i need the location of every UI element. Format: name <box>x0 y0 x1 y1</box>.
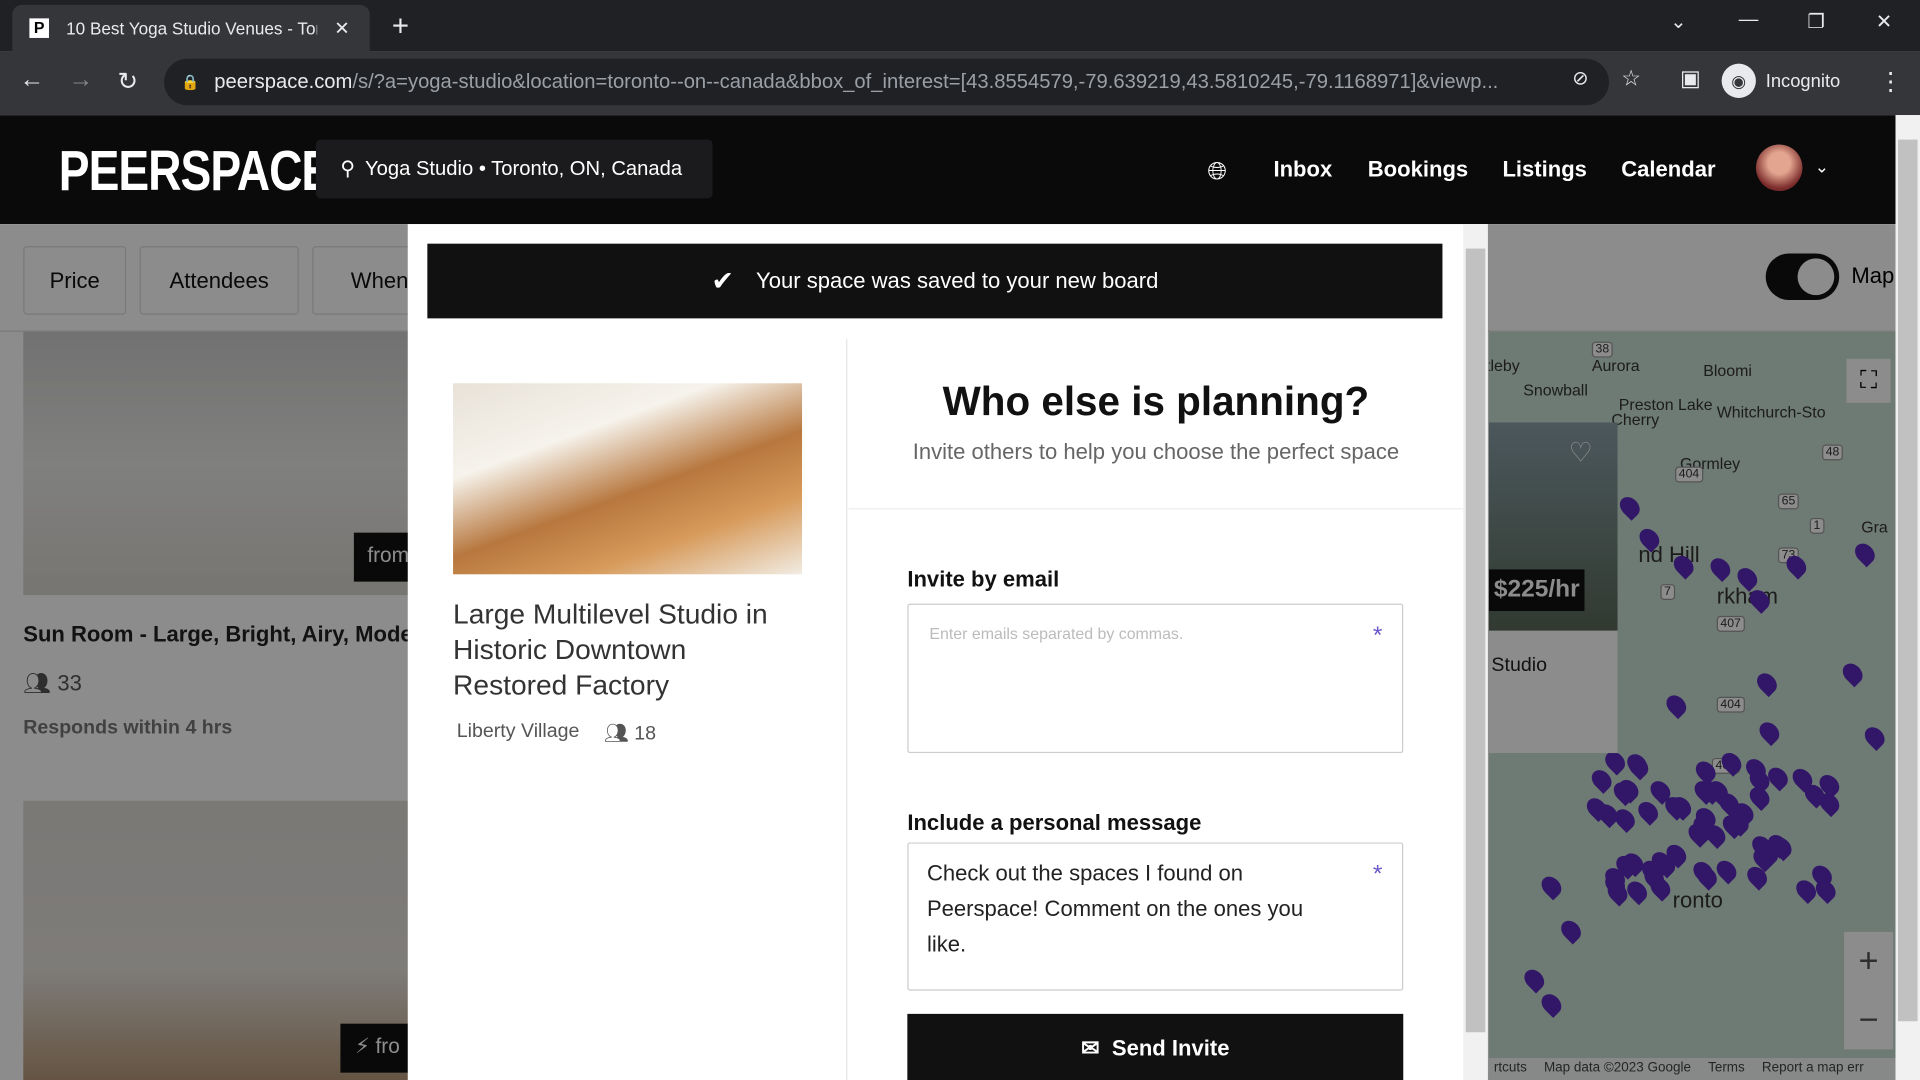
lock-icon: 🔒 <box>181 73 200 91</box>
close-tab-icon[interactable]: ✕ <box>334 17 349 39</box>
people-icon: 👥︎ <box>603 723 635 745</box>
mail-icon: ✉ <box>1081 1035 1100 1060</box>
chevron-down-icon[interactable]: ⌄ <box>1815 157 1829 178</box>
forward-button[interactable]: → <box>69 66 93 94</box>
page: PEERSPACE ⚲ Yoga Studio • Toronto, ON, C… <box>0 115 1896 1080</box>
divider <box>846 339 848 1080</box>
modal-subheading: Invite others to help you choose the per… <box>912 439 1400 465</box>
search-bar[interactable]: ⚲ Yoga Studio • Toronto, ON, Canada <box>315 139 713 199</box>
send-invite-button[interactable]: ✉ Send Invite <box>907 1013 1404 1080</box>
search-icon: ⚲ <box>340 157 356 181</box>
tab-title: 10 Best Yoga Studio Venues - Toronto <box>66 18 317 38</box>
divider <box>848 508 1464 510</box>
site-header: PEERSPACE ⚲ Yoga Studio • Toronto, ON, C… <box>0 115 1896 225</box>
sidepanel-icon[interactable]: ▣ <box>1680 66 1701 92</box>
toast-text: Your space was saved to your new board <box>756 268 1159 293</box>
favicon-icon: P <box>29 18 49 38</box>
space-location: Liberty Village <box>456 721 580 743</box>
restore-button[interactable]: ❐ <box>1807 10 1825 34</box>
nav-inbox[interactable]: Inbox <box>1273 157 1332 183</box>
reload-button[interactable]: ↻ <box>118 66 139 97</box>
incognito-profile[interactable]: ◉ Incognito <box>1721 63 1841 98</box>
logo[interactable]: PEERSPACE <box>59 137 332 203</box>
incognito-icon: ◉ <box>1721 63 1756 98</box>
address-bar[interactable]: 🔒 peerspace.com/s/?a=yoga-studio&locatio… <box>164 58 1609 106</box>
send-invite-label: Send Invite <box>1111 1035 1230 1060</box>
back-button[interactable]: ← <box>20 66 44 94</box>
email-field[interactable]: Enter emails separated by commas. * <box>907 603 1404 754</box>
page-scrollbar-thumb[interactable] <box>1897 139 1918 1022</box>
bookmark-star-icon[interactable]: ☆ <box>1621 66 1641 92</box>
check-icon: ✔ <box>711 265 735 296</box>
close-window-button[interactable]: ✕ <box>1876 10 1892 34</box>
space-image <box>453 383 803 575</box>
required-icon: * <box>1372 622 1383 649</box>
profile-label: Incognito <box>1765 70 1841 92</box>
avatar[interactable] <box>1755 144 1803 192</box>
new-tab-button[interactable]: + <box>392 10 409 44</box>
url-host: peerspace.com <box>214 70 353 93</box>
minimize-button[interactable]: — <box>1739 10 1759 32</box>
invite-modal: ✔ Your space was saved to your new board… <box>407 224 1488 1080</box>
space-title: Large Multilevel Studio in Historic Down… <box>453 597 768 701</box>
modal-heading: Who else is planning? <box>942 378 1370 424</box>
email-placeholder: Enter emails separated by commas. <box>929 624 1184 643</box>
search-text: Yoga Studio • Toronto, ON, Canada <box>365 157 683 180</box>
nav-bookings[interactable]: Bookings <box>1368 157 1468 183</box>
space-capacity: 👥︎ 18 <box>603 723 657 745</box>
save-toast: ✔ Your space was saved to your new board <box>427 243 1443 319</box>
message-text: Check out the spaces I found on Peerspac… <box>926 860 1304 957</box>
eye-off-icon[interactable]: ⊘ <box>1572 66 1588 90</box>
nav-listings[interactable]: Listings <box>1502 157 1587 183</box>
url-path: /s/?a=yoga-studio&location=toronto--on--… <box>352 70 1499 93</box>
space-meta: Liberty Village 👥︎ 18 <box>457 721 656 745</box>
browser-tab[interactable]: P 10 Best Yoga Studio Venues - Toronto ✕ <box>12 4 370 52</box>
globe-icon[interactable]: 🌐︎ <box>1207 158 1227 186</box>
modal-scrollbar-thumb[interactable] <box>1465 248 1486 1033</box>
required-icon: * <box>1372 860 1383 888</box>
email-label: Invite by email <box>907 566 1060 592</box>
message-label: Include a personal message <box>907 810 1202 836</box>
tab-search-icon[interactable]: ⌄ <box>1670 10 1686 34</box>
nav-calendar[interactable]: Calendar <box>1621 157 1715 183</box>
menu-icon[interactable]: ⋮ <box>1878 66 1902 97</box>
message-field[interactable]: Check out the spaces I found on Peerspac… <box>907 842 1404 991</box>
